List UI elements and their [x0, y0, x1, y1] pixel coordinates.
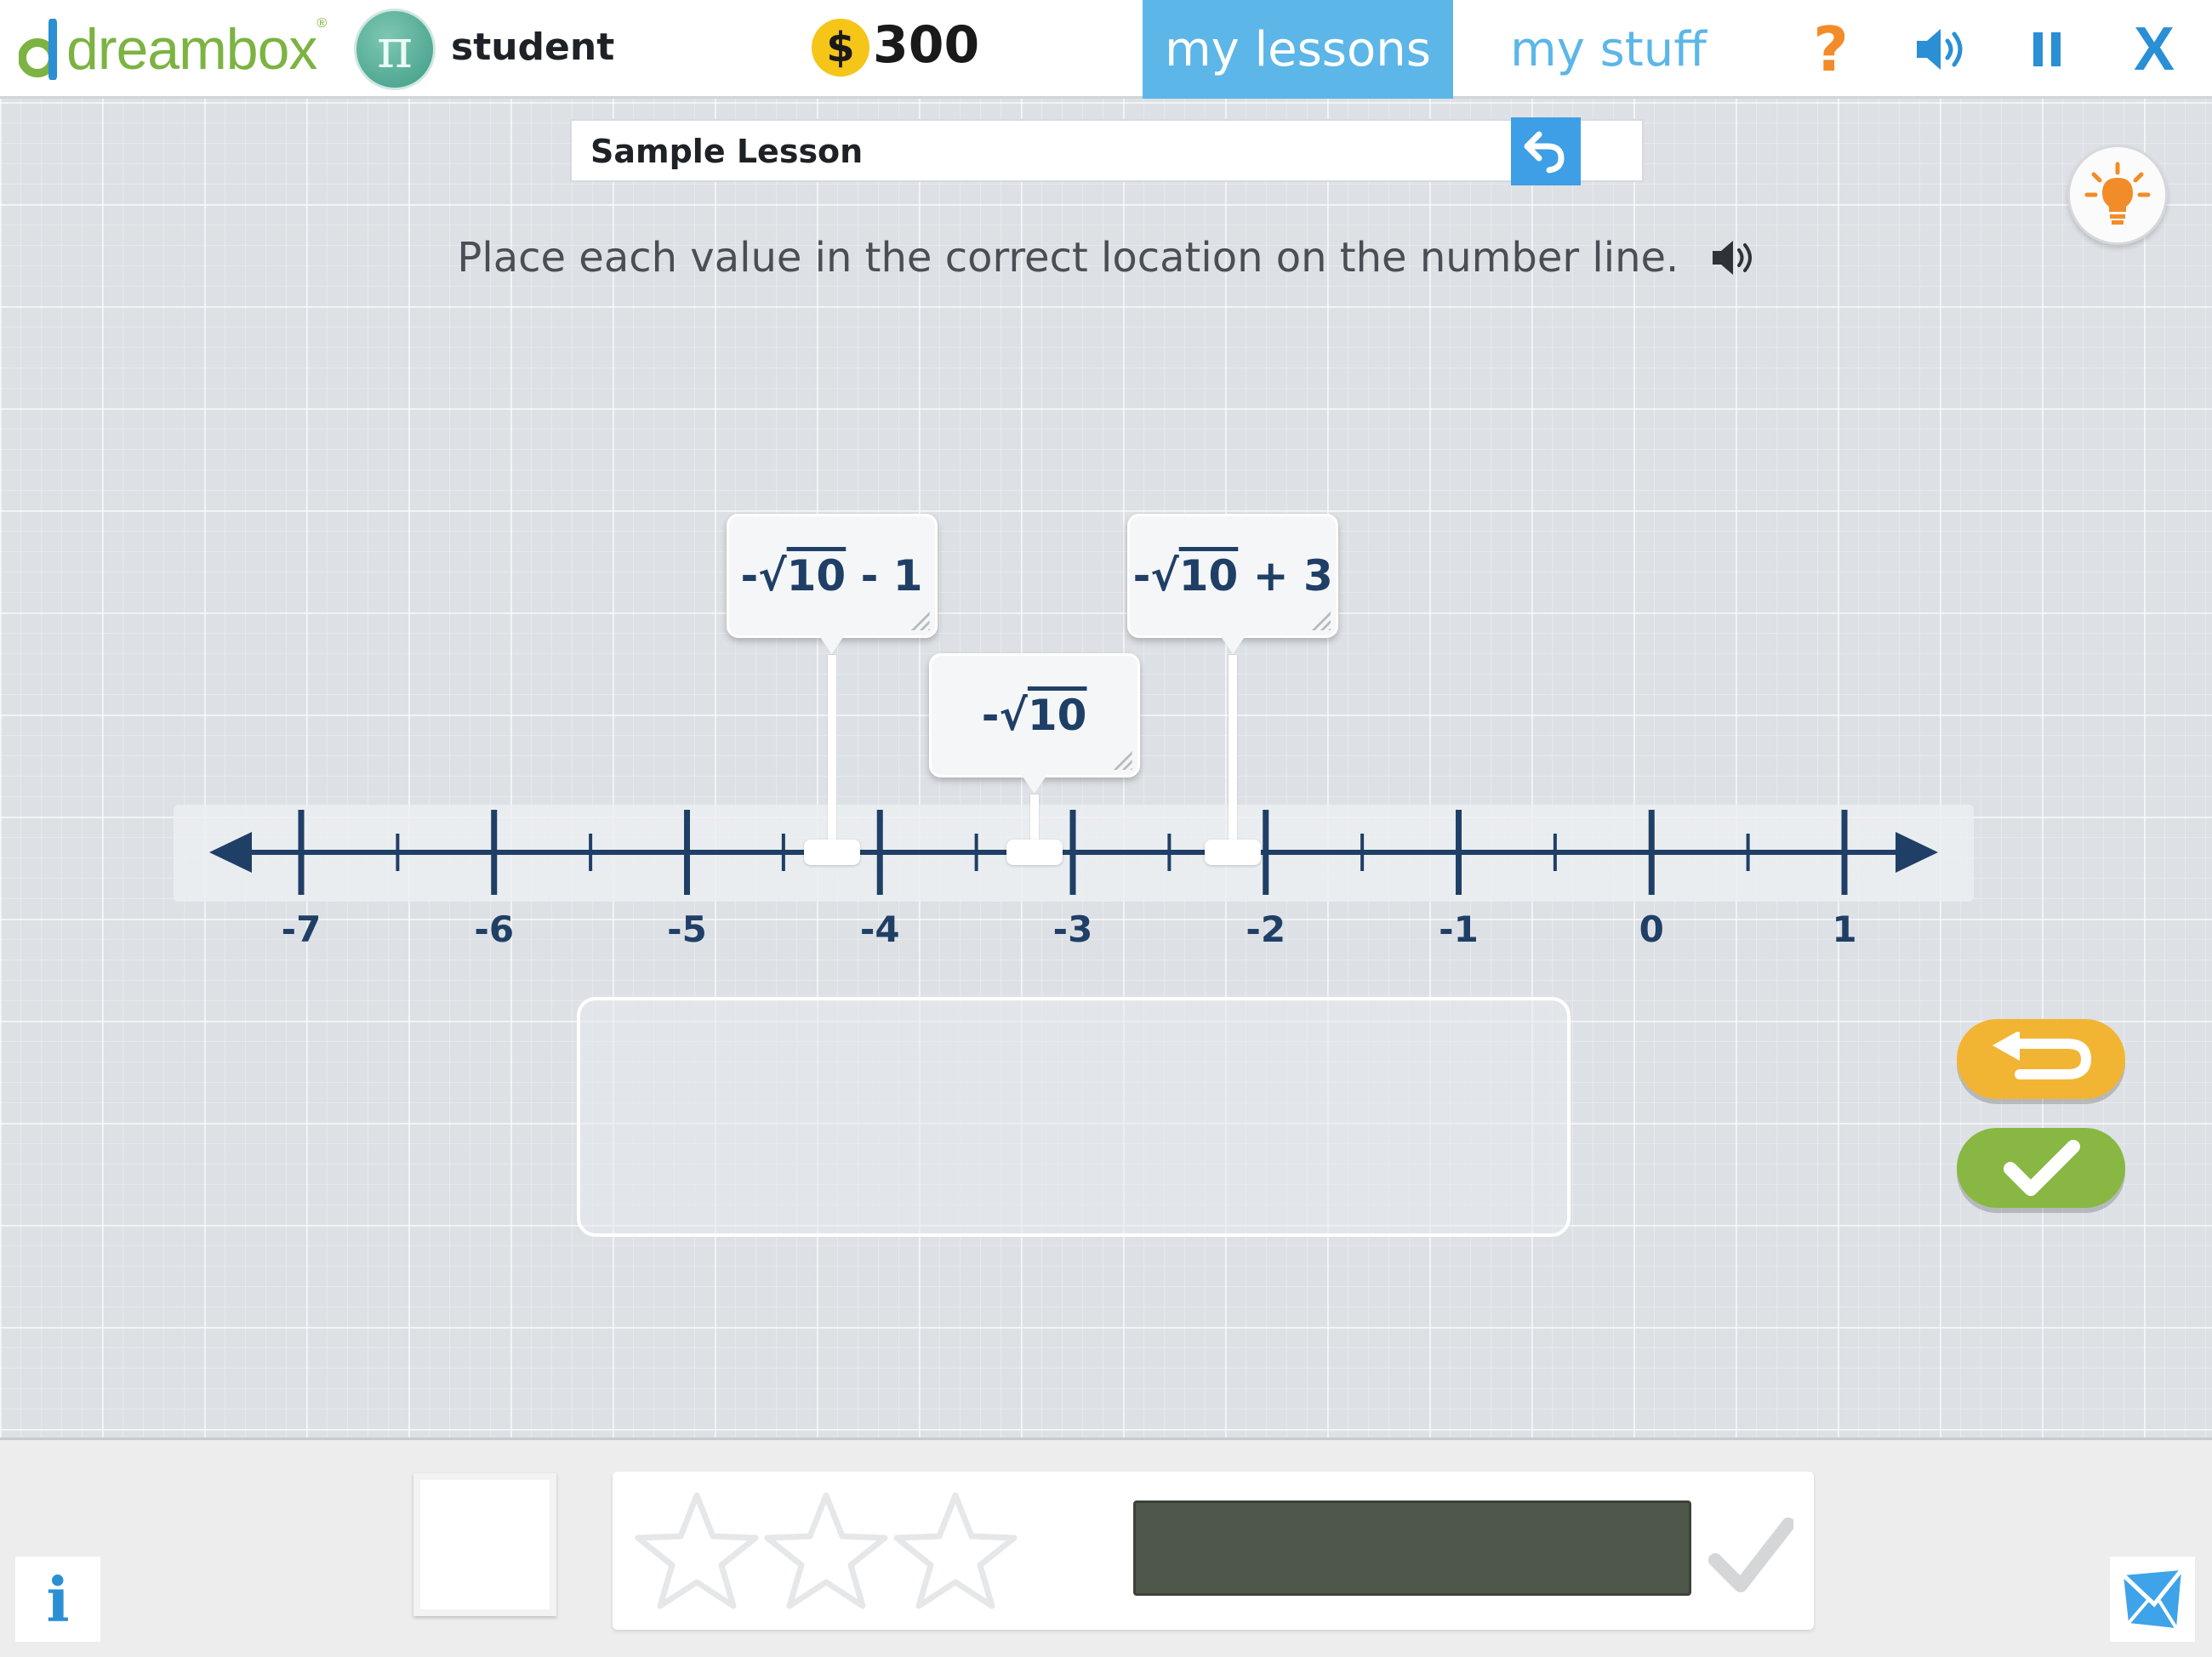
number-line-panel: [174, 805, 1974, 902]
card-stem: [1229, 655, 1238, 852]
tick-label: 1: [1832, 908, 1857, 950]
lesson-title-bar: Sample Lesson: [570, 117, 1644, 185]
coin-count: 300: [873, 15, 980, 75]
card-radicand: 10: [786, 551, 847, 601]
coin-icon: $: [812, 19, 869, 77]
progress-panel: [613, 1472, 1814, 1630]
card-radical-sign: -√: [1132, 551, 1179, 601]
tick-label: -4: [859, 908, 900, 950]
answer-box[interactable]: [577, 997, 1571, 1237]
card-suffix: + 3: [1238, 551, 1333, 601]
value-card-label: -√10: [982, 691, 1087, 740]
help-icon[interactable]: ?: [1797, 14, 1865, 85]
card-stem: [827, 655, 836, 852]
close-icon[interactable]: X: [2120, 15, 2188, 83]
lesson-title: Sample Lesson: [590, 133, 864, 170]
card-handle[interactable]: [1006, 840, 1063, 865]
reset-button[interactable]: [1957, 1019, 2125, 1099]
info-button[interactable]: i: [15, 1557, 100, 1642]
reset-arrow-icon: [1993, 1032, 2092, 1079]
tick-label: -2: [1246, 908, 1286, 950]
star-icon: [635, 1492, 759, 1609]
brand-wordmark: dreambox®: [66, 16, 327, 82]
tick-label: -6: [474, 908, 515, 950]
value-card-label: -√10 - 1: [741, 551, 923, 601]
progress-check-icon: [1708, 1517, 1793, 1592]
dreambox-logo: dreambox®: [19, 9, 327, 90]
card-resize-corner-icon: [1308, 608, 1331, 630]
value-card[interactable]: -√10: [928, 653, 1140, 794]
value-card[interactable]: -√10 + 3: [1127, 514, 1339, 654]
speaker-icon: [1917, 29, 1963, 70]
check-button[interactable]: [1957, 1128, 2125, 1208]
sound-icon[interactable]: [1907, 15, 1975, 83]
instruction-audio-icon[interactable]: [1709, 235, 1755, 281]
progress-bar: [1133, 1500, 1691, 1596]
tick-label: -1: [1439, 908, 1479, 950]
tab-my-lessons[interactable]: my lessons: [1143, 0, 1453, 99]
instruction-label: Place each value in the correct location…: [457, 234, 1679, 282]
card-handle[interactable]: [1205, 840, 1262, 865]
card-suffix: - 1: [846, 551, 923, 601]
card-resize-corner-icon: [1109, 748, 1132, 770]
card-pointer: [1220, 635, 1246, 654]
instruction-text: Place each value in the correct location…: [0, 231, 2212, 282]
card-radicand: 10: [1027, 691, 1087, 740]
tick-label: -3: [1052, 908, 1093, 950]
card-radicand: 10: [1178, 551, 1239, 601]
avatar[interactable]: π: [354, 9, 436, 90]
star-icon: [764, 1492, 888, 1609]
value-card-label: -√10 + 3: [1133, 551, 1333, 601]
lightbulb-icon: [2084, 162, 2151, 225]
tick-label: -5: [667, 908, 707, 950]
mail-button[interactable]: [2110, 1557, 2195, 1642]
dreambox-d-icon: [19, 19, 57, 80]
checkmark-icon: [2004, 1140, 2080, 1196]
pause-bars-icon: [2033, 32, 2061, 66]
card-pointer: [1021, 775, 1047, 794]
card-pointer: [818, 635, 845, 654]
back-button[interactable]: [1511, 117, 1581, 185]
tab-my-stuff[interactable]: my stuff: [1453, 0, 1764, 99]
card-resize-corner-icon: [907, 608, 930, 630]
card-radical-sign: -√: [981, 691, 1028, 740]
tick-label: 0: [1639, 908, 1664, 950]
card-handle[interactable]: [803, 840, 860, 865]
star-icon: [893, 1492, 1018, 1609]
progress-thumbnail: [413, 1473, 556, 1616]
undo-arrow-icon: [1524, 131, 1565, 174]
username: student: [451, 26, 615, 69]
tick-label: -7: [281, 908, 322, 950]
top-bar: [0, 0, 2212, 99]
envelope-icon: [2122, 1569, 2183, 1630]
pause-icon[interactable]: [2013, 15, 2081, 83]
hint-button[interactable]: [2067, 145, 2168, 245]
value-card[interactable]: -√10 - 1: [726, 514, 938, 654]
card-radical-sign: -√: [740, 551, 787, 601]
